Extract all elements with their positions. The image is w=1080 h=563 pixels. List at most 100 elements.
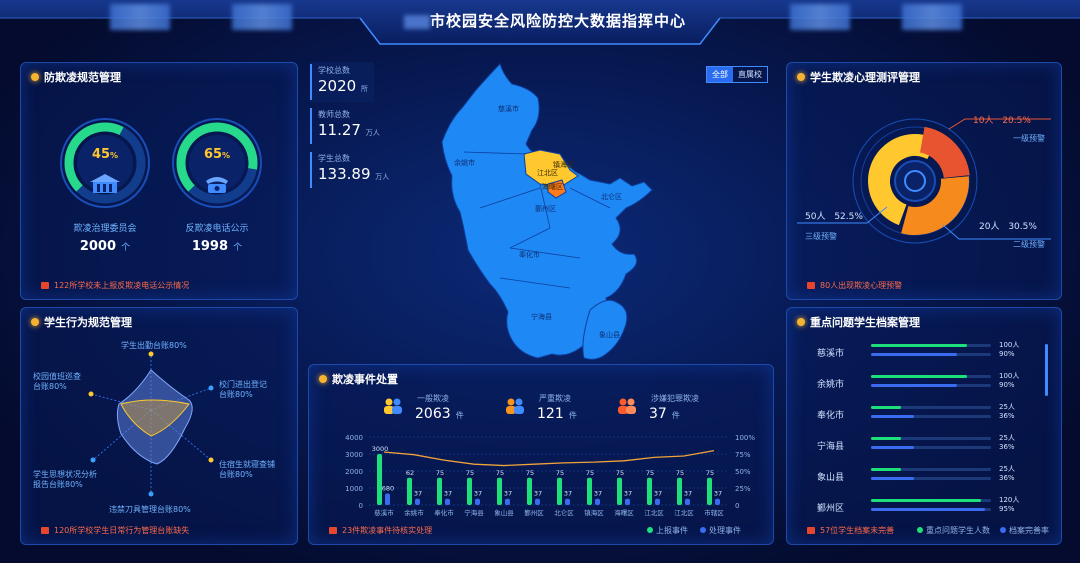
row-count-fill <box>871 499 982 502</box>
y-left-tick: 0 <box>359 502 363 510</box>
bar-reported-label: 75 <box>556 469 564 477</box>
warning-icon <box>329 527 337 534</box>
x-category-label: 奉化市 <box>434 508 454 517</box>
events-footer: 23件欺凌事件待核实处理 <box>329 525 432 536</box>
key-students-title: 重点问题学生档案管理 <box>797 314 920 330</box>
bar-handled-label: 37 <box>624 490 632 498</box>
stat-teachers-value: 11.27 万人 <box>318 121 380 139</box>
bar-reported <box>377 454 382 505</box>
psych-level2-count: 20人 <box>979 222 1000 232</box>
gauge-percent-2-value: 65 <box>203 147 223 162</box>
legend-rate: 档案完善率 <box>1000 525 1049 536</box>
x-category-label: 镇海区 <box>584 508 604 517</box>
row-rate-fill <box>871 384 958 387</box>
row-count-track <box>871 437 991 440</box>
bar-handled <box>505 498 510 505</box>
row-count-fill <box>871 437 901 440</box>
row-rate-fill <box>871 415 915 418</box>
bar-handled <box>715 498 720 505</box>
bar-reported-label: 75 <box>646 469 654 477</box>
gauge-percent-1-value: 45 <box>91 147 111 162</box>
phone-icon <box>206 177 228 193</box>
row-count: 25人 <box>999 465 1015 473</box>
bar-handled <box>595 498 600 505</box>
bar-reported <box>497 477 502 505</box>
events-title: 欺凌事件处置 <box>319 371 398 387</box>
key-student-row[interactable]: 宁海县 25人 36% <box>787 431 1061 459</box>
row-rate-track <box>871 353 991 356</box>
map-label-yinzhou: 鄞州区 <box>535 205 556 213</box>
key-student-row[interactable]: 象山县 25人 36% <box>787 462 1061 490</box>
row-rate-fill <box>871 446 915 449</box>
bar-handled-label: 37 <box>684 490 692 498</box>
anti-bully-footer: 122所学校未上报反欺凌电话公示情况 <box>41 280 189 291</box>
bar-handled <box>685 498 690 505</box>
bar-handled <box>535 498 540 505</box>
rate-line <box>383 449 715 467</box>
bar-handled-label: 680 <box>382 484 394 492</box>
people-icon <box>506 398 524 414</box>
map-label-xiangshan: 象山县 <box>599 331 620 339</box>
map-label-yuyao: 余姚市 <box>454 159 475 167</box>
psych-level2: 20人 30.5% <box>979 219 1037 232</box>
kpi-severe-value: 121 件 <box>537 403 577 422</box>
y-left-tick: 3000 <box>345 451 363 459</box>
bar-reported <box>707 477 712 505</box>
page-title-text: 市校园安全风险防控大数据指挥中心 <box>429 12 686 30</box>
gauge-ring-2 <box>172 118 262 208</box>
stat-teachers: 教师总数 11.27 万人 <box>310 106 394 146</box>
x-category-label: 北仑区 <box>554 508 574 517</box>
gauge-unit-1: 个 <box>121 243 131 253</box>
psych-footer-text: 80人出现欺凌心理预警 <box>820 281 903 290</box>
gauge-unit-2: 个 <box>233 243 243 253</box>
y-left-tick: 2000 <box>345 468 363 476</box>
psych-level1-label: 一级预警 <box>1013 134 1045 143</box>
row-count-track <box>871 344 991 347</box>
legend-handled: 处理事件 <box>700 525 741 536</box>
x-category-label: 江北区 <box>674 509 694 517</box>
blurred-logo-left <box>110 4 170 30</box>
row-count-track <box>871 406 991 409</box>
scrollbar-thumb[interactable] <box>1045 344 1048 396</box>
events-chart: 40003000200010000100%75%50%25%03000680慈溪… <box>345 434 755 517</box>
key-student-row[interactable]: 鄞州区 120人 95% <box>787 493 1061 521</box>
bar-reported <box>587 477 592 505</box>
row-rate-track <box>871 384 991 387</box>
bar-handled <box>655 498 660 505</box>
key-student-row[interactable]: 余姚市 100人 90% <box>787 369 1061 397</box>
row-rate-fill <box>871 353 958 356</box>
legend-reported-label: 上报事件 <box>656 526 688 535</box>
map-label-cixi: 慈溪市 <box>498 105 519 113</box>
stat-teachers-number: 11.27 <box>318 121 361 139</box>
x-category-label: 宁海县 <box>464 508 484 517</box>
map-label-ninghai: 宁海县 <box>531 313 552 321</box>
row-rate-fill <box>871 508 985 511</box>
x-category-label: 江北区 <box>644 509 664 517</box>
bar-handled <box>445 498 450 505</box>
psych-level1: 10人 20.5% <box>973 113 1031 126</box>
bar-handled-label: 37 <box>474 490 482 498</box>
stat-students-number: 133.89 <box>318 165 371 183</box>
bar-reported-label: 75 <box>466 469 474 477</box>
legend-handled-swatch <box>700 527 706 533</box>
radar-axis-gate: 校门进出登记 台账80% <box>219 380 267 399</box>
y-left-tick: 4000 <box>345 434 363 442</box>
legend-handled-label: 处理事件 <box>709 526 741 535</box>
key-students-panel: 重点问题学生档案管理 慈溪市 100人 90% 余姚市 100人 90% 奉化市 25人 36%… <box>786 307 1062 545</box>
bar-reported-label: 75 <box>676 469 684 477</box>
row-count-track <box>871 375 991 378</box>
row-rate-track <box>871 508 991 511</box>
row-count: 120人 <box>999 496 1020 504</box>
title-dot-icon <box>797 318 805 326</box>
bar-handled <box>415 498 420 505</box>
warning-icon <box>41 527 49 534</box>
gauge-label-1: 欺凌治理委员会 <box>73 224 137 234</box>
key-student-row[interactable]: 奉化市 25人 36% <box>787 400 1061 428</box>
bar-reported <box>467 477 472 505</box>
psych-level1-count: 10人 <box>973 116 994 126</box>
key-student-row[interactable]: 慈溪市 100人 90% <box>787 338 1061 366</box>
bar-handled-label: 37 <box>714 490 722 498</box>
radar-axis-patrol: 校园值班巡查 台账80% <box>33 372 81 391</box>
events-legend: 上报事件 处理事件 <box>647 525 741 536</box>
map-label-beilun: 北仑区 <box>601 193 622 201</box>
